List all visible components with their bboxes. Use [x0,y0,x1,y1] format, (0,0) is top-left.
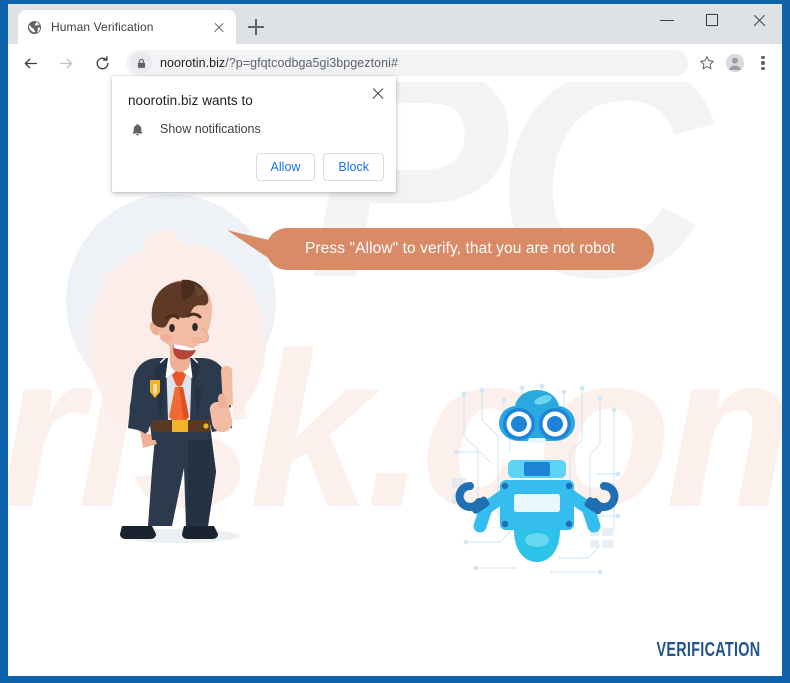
decorative-dot-a [143,230,183,270]
forward-button[interactable] [52,49,80,77]
reload-button[interactable] [88,49,116,77]
lock-icon [130,52,152,74]
maximize-icon [706,14,718,26]
dialog-actions: Allow Block [255,153,384,181]
tab-close-icon[interactable] [210,18,228,36]
bell-icon [128,120,146,138]
window-minimize-button[interactable] [644,4,690,36]
robot-illustration [451,383,621,575]
notification-permission-dialog: noorotin.biz wants to Show notifications… [112,76,396,192]
profile-avatar-icon[interactable] [722,50,748,76]
allow-button[interactable]: Allow [255,153,316,181]
tab-strip: Human Verification [8,4,782,44]
window-close-button[interactable] [736,4,782,36]
dialog-permission-label: Show notifications [160,122,261,136]
url-path: /?p=gfqtcodbga5gi3bpgeztoni# [225,56,398,70]
tab-title: Human Verification [51,20,154,34]
window-frame: Human Verification noorotin.biz/?p=gfqtc… [0,0,790,683]
menu-dot-2 [761,61,765,65]
reload-icon [96,55,108,69]
dialog-title: noorotin.biz wants to [128,93,253,108]
address-bar[interactable]: noorotin.biz/?p=gfqtcodbga5gi3bpgeztoni# [126,50,688,76]
window-maximize-button[interactable] [690,4,736,36]
menu-dot-3 [761,67,765,71]
speech-bubble-text: Press "Allow" to verify, that you are no… [304,240,616,257]
globe-icon [26,19,42,35]
speech-bubble: Press "Allow" to verify, that you are no… [266,228,654,270]
browser-menu-icon[interactable] [750,50,776,76]
bookmark-star-icon[interactable] [694,50,720,76]
arrow-right-icon [59,58,72,68]
minimize-icon [660,20,674,22]
dialog-close-icon[interactable] [368,84,388,104]
new-tab-button[interactable] [244,15,268,39]
url-host: noorotin.biz [160,56,226,70]
businessman-pointing-illustration [120,279,240,543]
page-footer-label: VERIFICATION [656,639,760,661]
browser-tab[interactable]: Human Verification [18,10,236,44]
arrow-left-icon [24,58,37,68]
block-button[interactable]: Block [323,153,384,181]
back-button[interactable] [16,49,44,77]
dialog-permission-row: Show notifications [128,120,261,138]
browser-window: Human Verification noorotin.biz/?p=gfqtc… [8,4,782,676]
menu-dot-1 [761,55,765,59]
url-text: noorotin.biz/?p=gfqtcodbga5gi3bpgeztoni# [160,56,398,70]
